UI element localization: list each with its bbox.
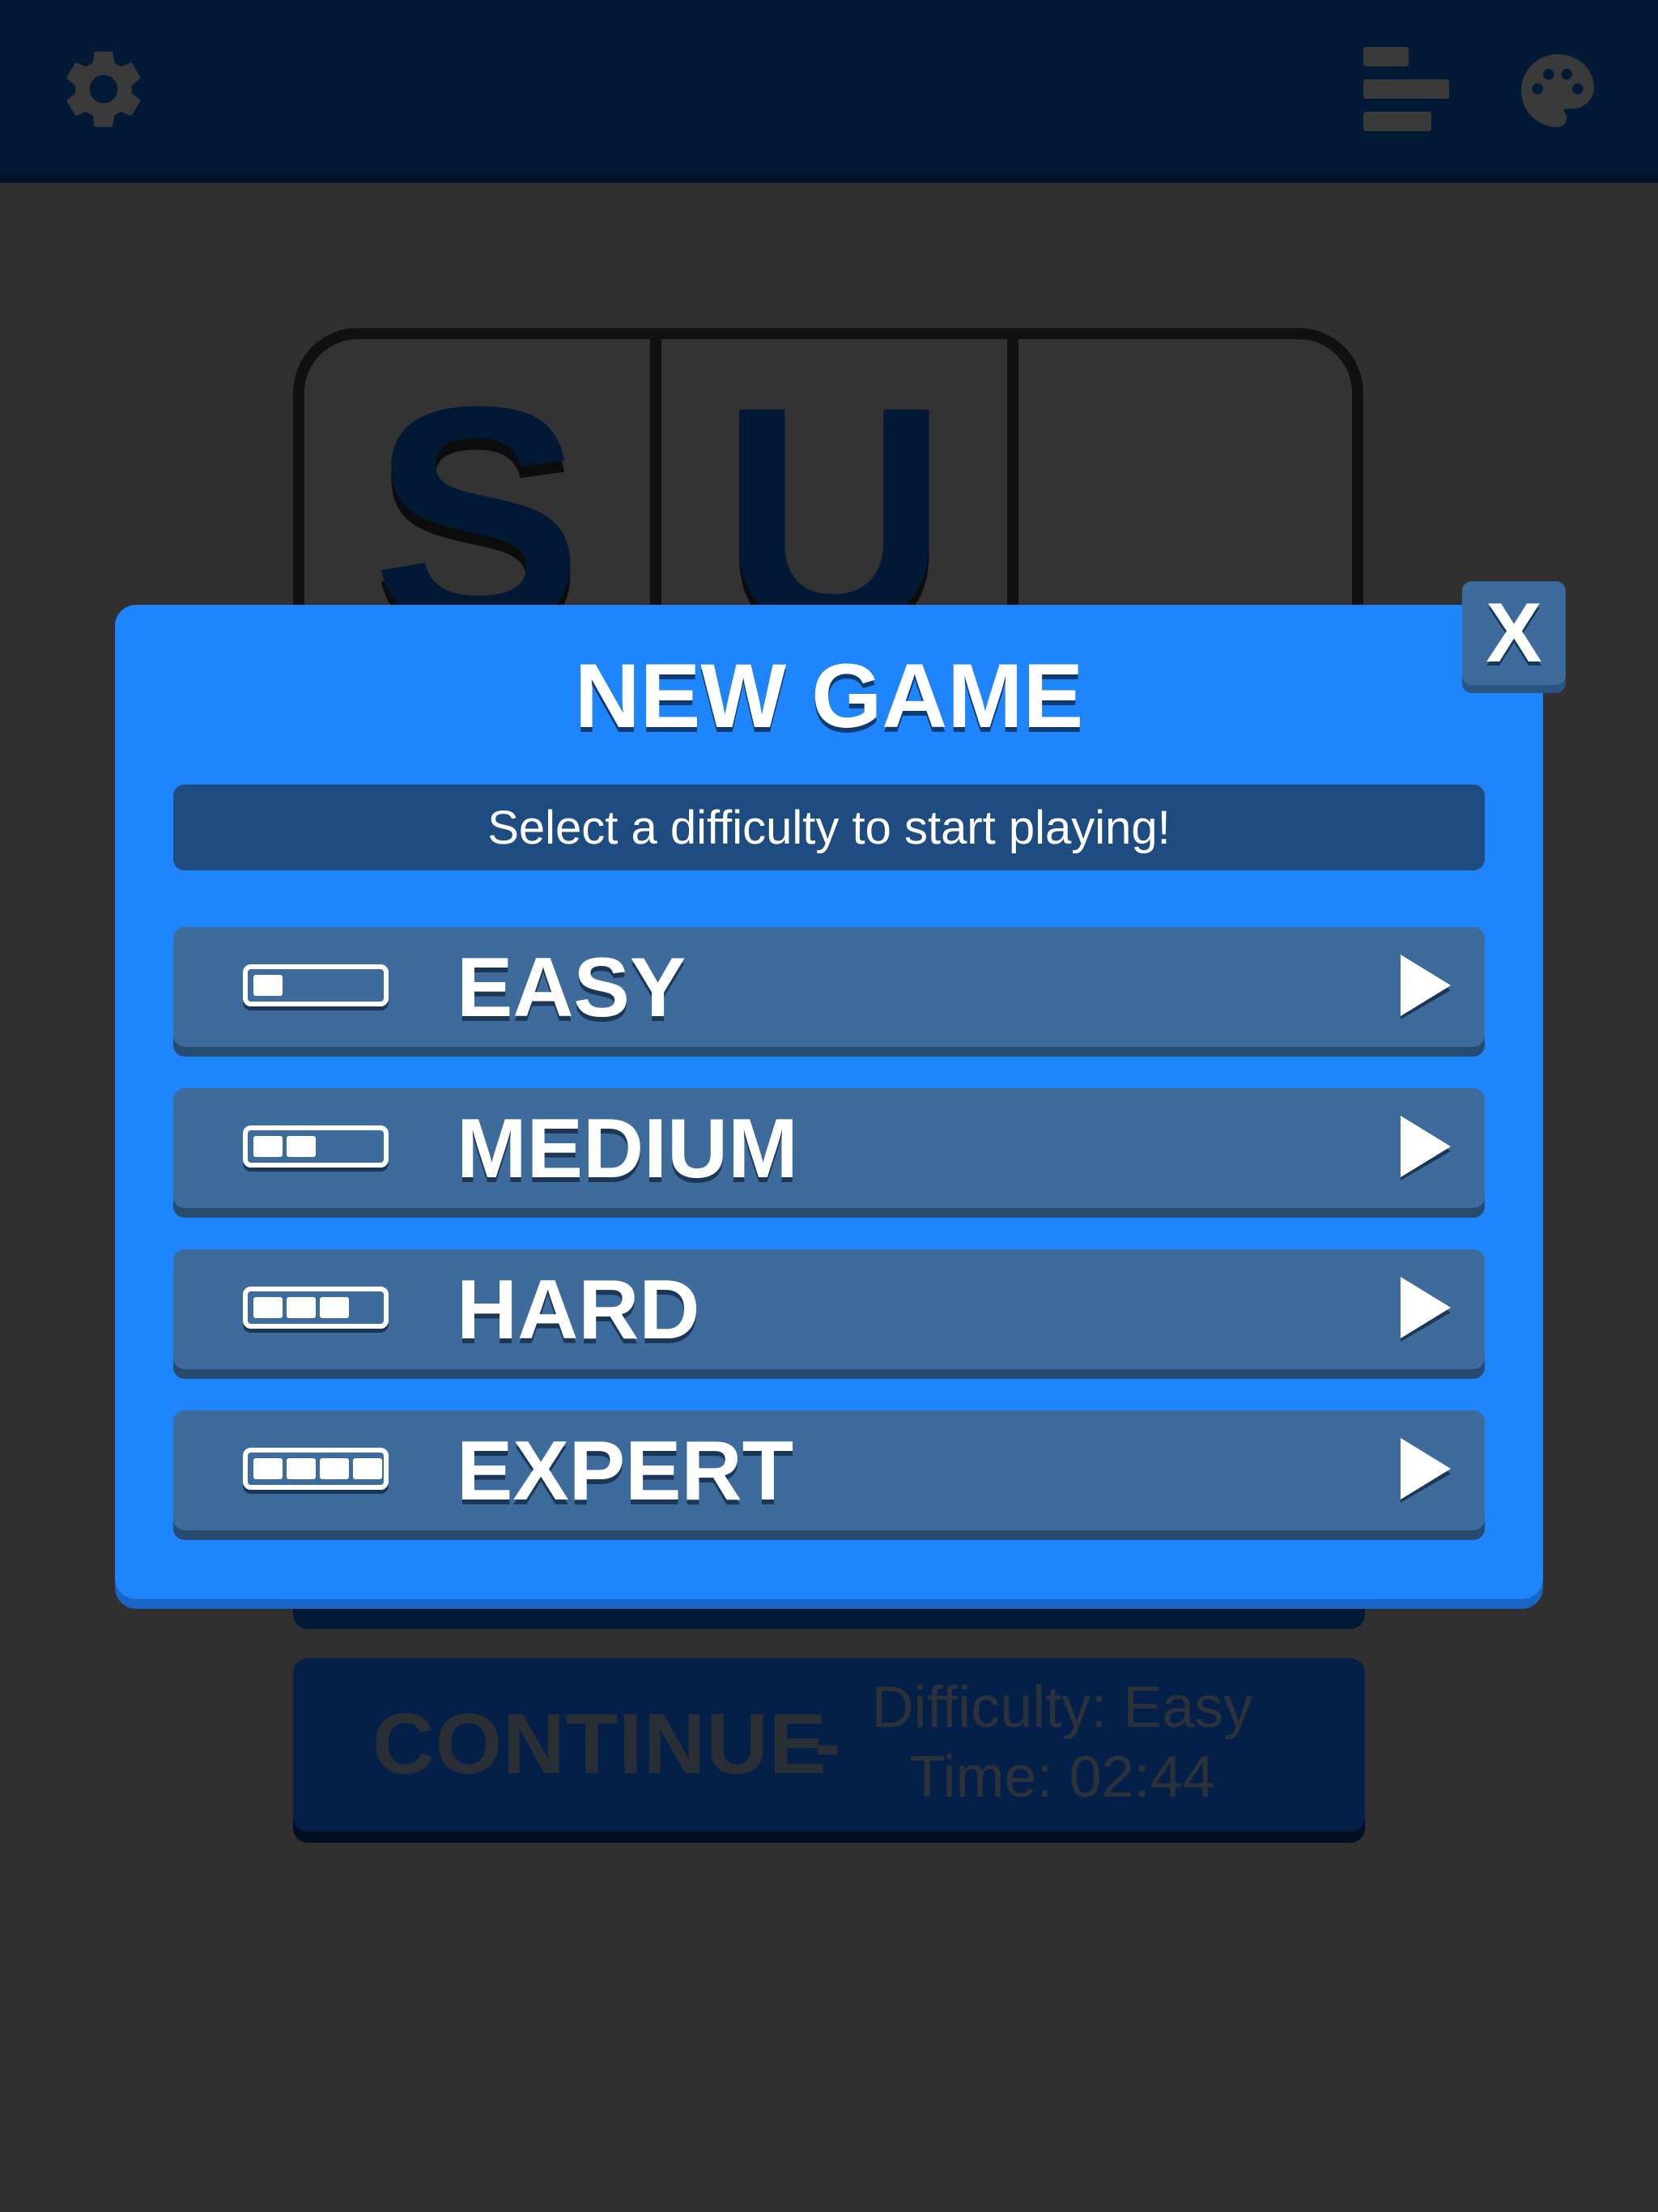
continue-button[interactable]: CONTINUE - Difficulty: Easy Time: 02:44: [293, 1658, 1365, 1831]
play-arrow-icon: [1401, 1116, 1451, 1180]
play-arrow-icon: [1401, 1438, 1451, 1503]
gear-icon[interactable]: [57, 42, 151, 136]
difficulty-meter-icon: [243, 1448, 389, 1490]
difficulty-label: MEDIUM: [457, 1102, 798, 1196]
expert-button[interactable]: EXPERT: [173, 1410, 1485, 1530]
difficulty-meter-icon: [243, 1287, 389, 1329]
top-bar: [0, 0, 1658, 183]
continue-label: CONTINUE: [372, 1696, 827, 1792]
close-button[interactable]: X: [1462, 581, 1566, 685]
easy-button[interactable]: EASY: [173, 927, 1485, 1047]
difficulty-label: HARD: [457, 1263, 700, 1357]
difficulty-label: EASY: [457, 941, 687, 1035]
play-arrow-icon: [1401, 955, 1451, 1019]
continue-time: Time: 02:44: [909, 1745, 1215, 1810]
difficulty-meter-icon: [243, 964, 389, 1006]
close-icon: X: [1486, 585, 1542, 680]
play-arrow-icon: [1401, 1277, 1451, 1342]
new-game-dialog: NEW GAME Select a difficulty to start pl…: [115, 605, 1543, 1599]
continue-difficulty: Difficulty: Easy: [871, 1675, 1253, 1740]
continue-game-info: Difficulty: Easy Time: 02:44: [852, 1673, 1273, 1812]
dialog-subtitle-text: Select a difficulty to start playing!: [487, 801, 1171, 854]
dialog-subtitle: Select a difficulty to start playing!: [173, 785, 1485, 870]
palette-icon[interactable]: [1514, 47, 1601, 134]
leaderboard-icon[interactable]: [1360, 45, 1451, 136]
dialog-title: NEW GAME: [574, 645, 1084, 747]
medium-button[interactable]: MEDIUM: [173, 1088, 1485, 1208]
difficulty-meter-icon: [243, 1125, 389, 1168]
hard-button[interactable]: HARD: [173, 1249, 1485, 1369]
continue-separator: -: [814, 1700, 840, 1787]
difficulty-label: EXPERT: [457, 1424, 794, 1518]
